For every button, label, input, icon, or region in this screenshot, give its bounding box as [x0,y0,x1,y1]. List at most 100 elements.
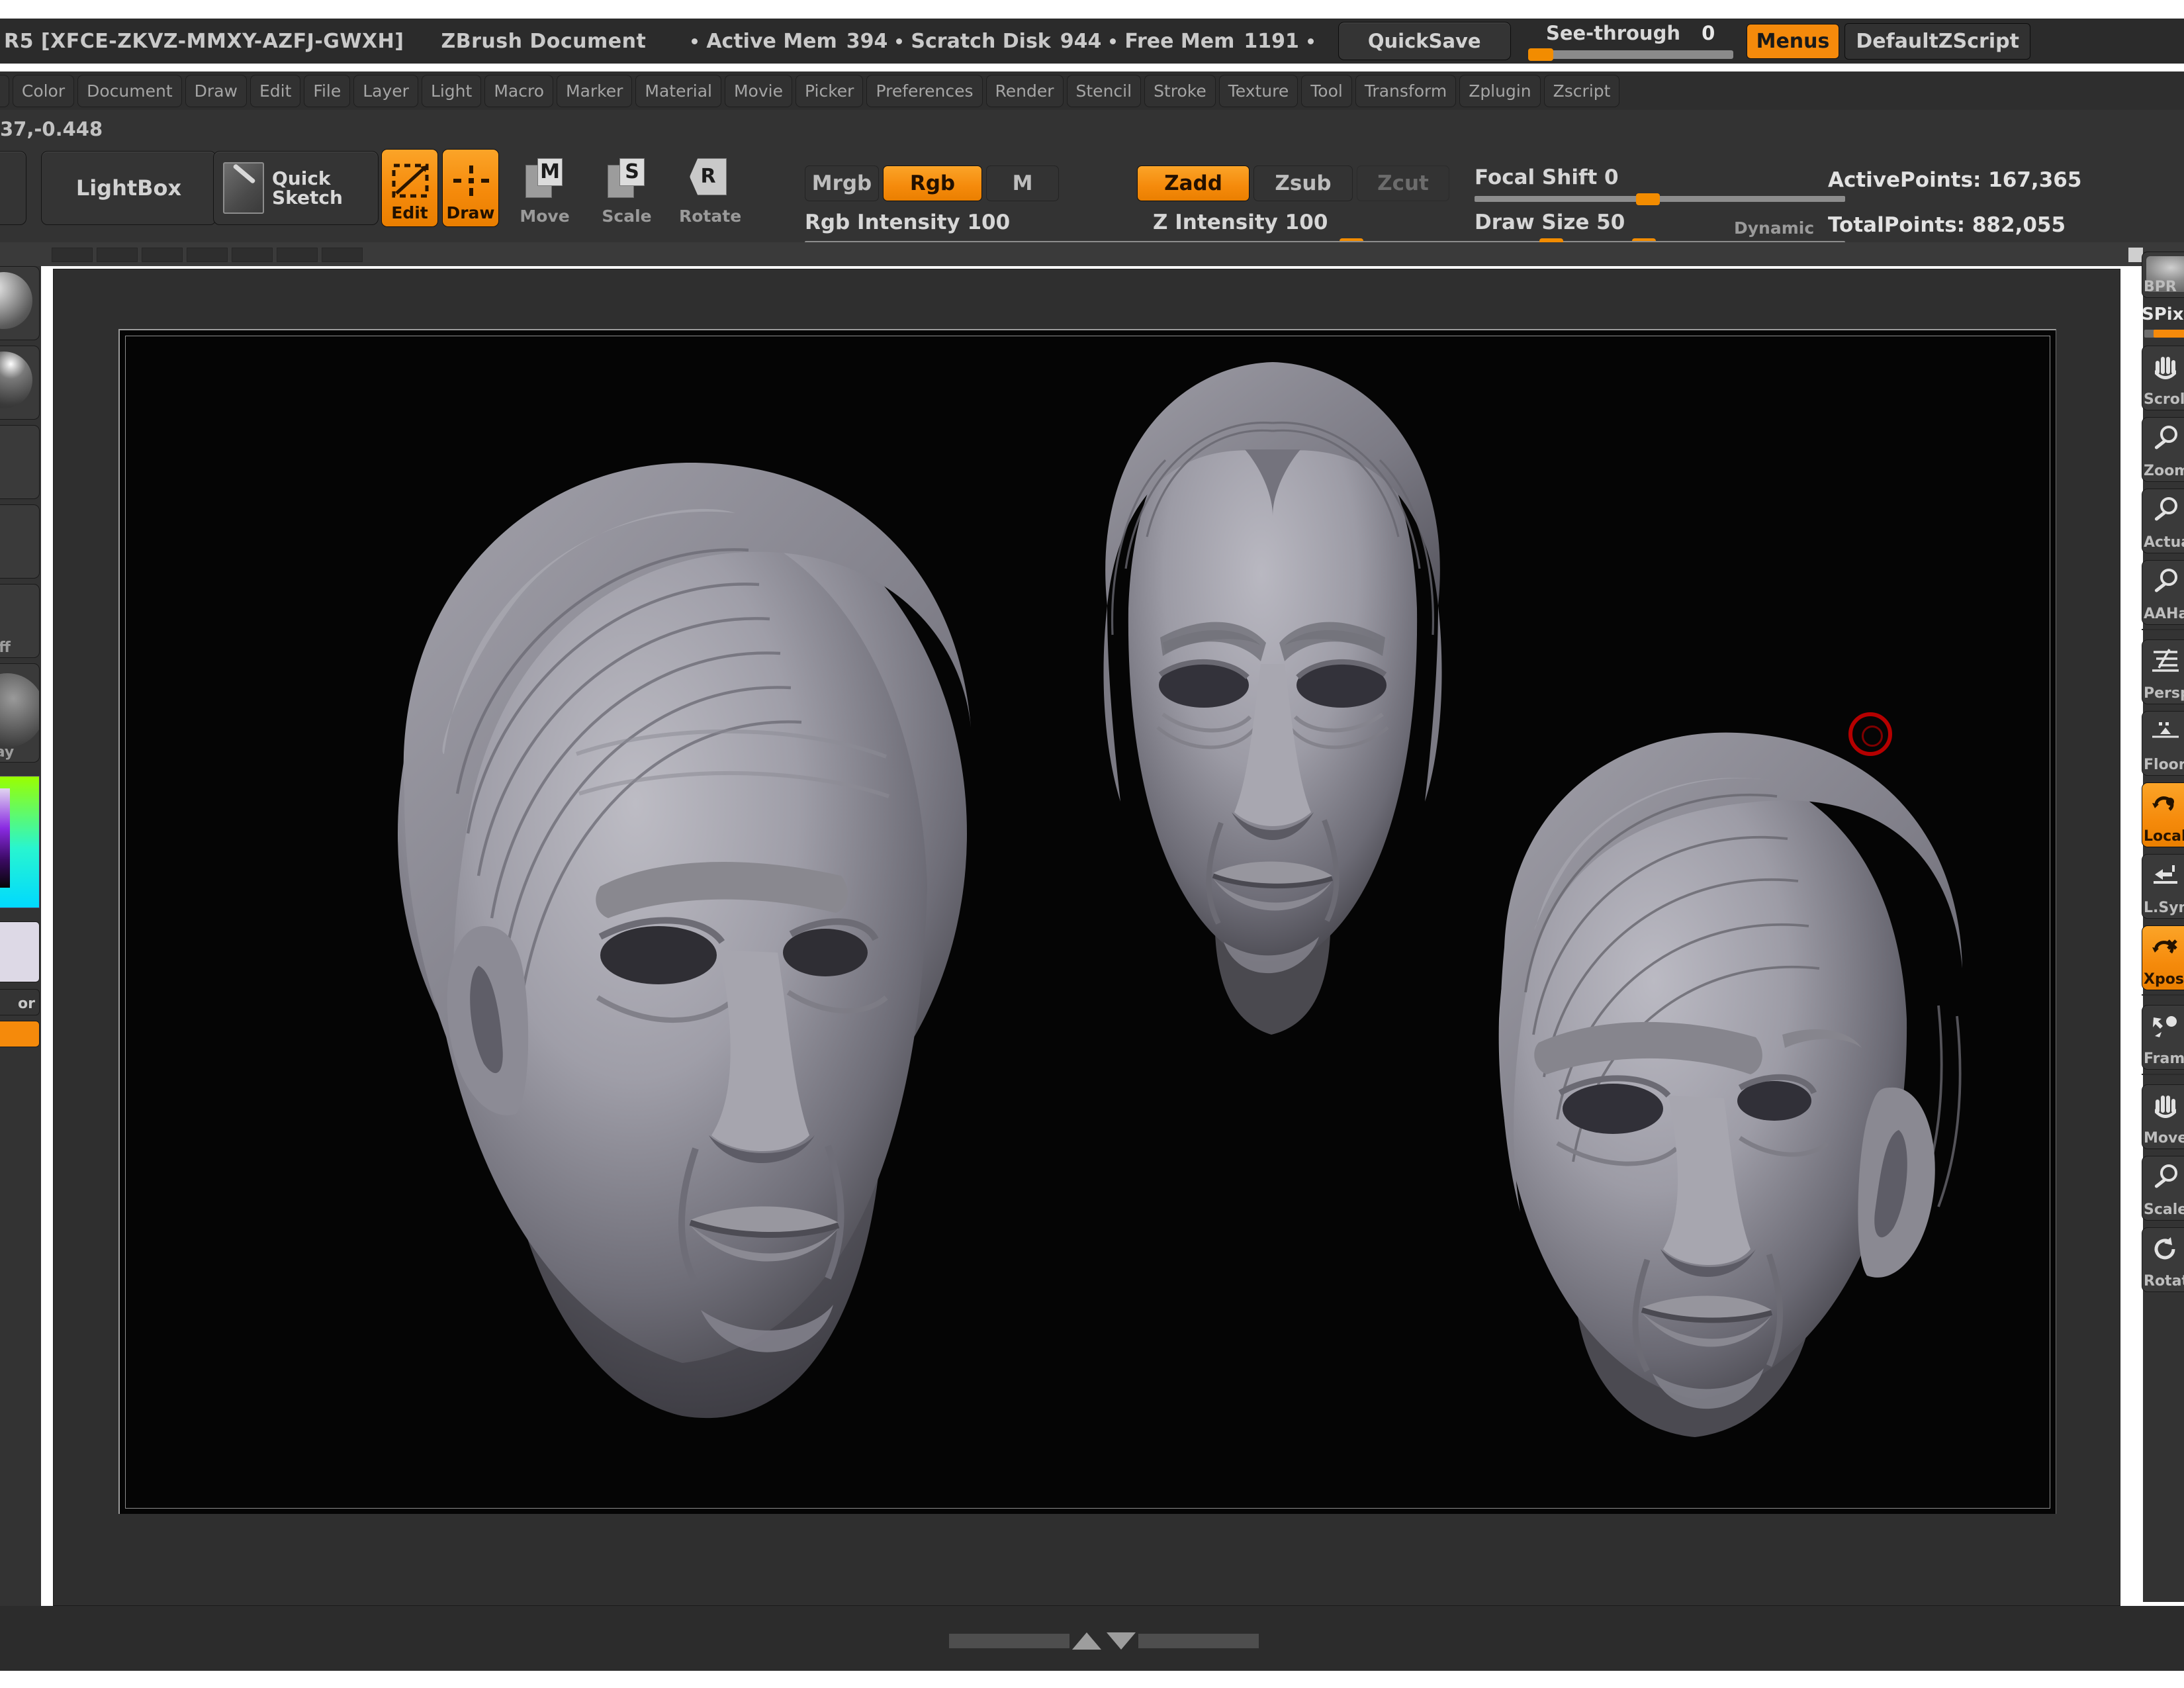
menu-item-file[interactable]: File [304,74,351,107]
right-item-aahalf[interactable]: AAHalf [2142,560,2184,625]
menu-item-zscript[interactable]: Zscript [1543,74,1620,107]
shelf-tab[interactable] [97,248,138,262]
right-item-floor[interactable]: Floor [2142,711,2184,776]
switch-color-strip[interactable] [0,1021,40,1047]
left-item-material-sphere-1[interactable] [0,266,40,340]
right-item-scale[interactable]: Scale [2142,1156,2184,1221]
right-item-label: Xpose [2144,971,2184,988]
quick-sketch-button[interactable]: Quick Sketch [213,151,379,225]
document-canvas[interactable] [118,329,2056,1514]
shelf-tab[interactable] [52,248,93,262]
lightbox-button[interactable]: LightBox [41,151,216,225]
shelf-tab[interactable] [322,248,363,262]
mrgb-toggle[interactable]: Mrgb [805,165,879,201]
shelf-tab-group[interactable] [52,248,363,262]
menu-item-edit[interactable]: Edit [250,74,301,107]
left-item-material-slot[interactable]: ay [0,663,40,763]
menu-item-macro[interactable]: Macro [484,74,553,107]
tray-bar-right[interactable] [1138,1634,1259,1648]
m-toggle[interactable]: M [986,165,1059,201]
shelf-resize-handle[interactable] [2128,248,2143,262]
menu-item-color[interactable]: Color [12,74,75,107]
menu-item-zplugin[interactable]: Zplugin [1459,74,1541,107]
focal-shift-knob[interactable] [1636,193,1660,205]
menu-item-transform[interactable]: Transform [1355,74,1457,107]
menu-item-movie[interactable]: Movie [724,74,792,107]
menu-item-stroke[interactable]: Stroke [1144,74,1216,107]
tray-bar-left[interactable] [949,1634,1069,1648]
coordinate-value: 37,-0.448 [0,118,103,140]
menus-button[interactable]: Menus [1746,23,1840,59]
scale-mode-button[interactable]: S Scale [598,149,655,227]
secondary-color-strip[interactable]: or [0,989,40,1015]
default-zscript-button[interactable]: DefaultZScript [1844,23,2030,60]
focal-shift-track[interactable] [1475,196,1845,202]
menu-item-document[interactable]: Document [77,74,182,107]
right-item-local[interactable]: Local [2142,782,2184,847]
sculpt-head-right[interactable] [1417,688,2039,1509]
active-color-swatch[interactable] [0,921,40,982]
menu-item-draw[interactable]: Draw [185,74,247,107]
shelf-tab[interactable] [277,248,318,262]
zcut-toggle[interactable]: Zcut [1357,165,1449,201]
right-item-persp[interactable]: Persp [2142,639,2184,704]
canvas-area[interactable] [53,269,2120,1606]
zsub-toggle[interactable]: Zsub [1253,165,1353,201]
menu-item-texture[interactable]: Texture [1218,74,1298,107]
right-item-frame[interactable]: Frame [2142,1005,2184,1070]
document-title: ZBrush Document [441,29,647,53]
right-item-actual[interactable]: Actual [2142,489,2184,553]
menu-item-layer[interactable]: Layer [353,74,418,107]
menu-item-tool[interactable]: Tool [1301,74,1352,107]
shelf-tab[interactable] [232,248,273,262]
left-item-texture-slot[interactable] [0,504,40,579]
right-item-label: Scale [2144,1201,2184,1218]
menu-item-h[interactable]: h [0,74,9,107]
menu-item-material[interactable]: Material [635,74,721,107]
right-item-rotate[interactable]: Rotate [2142,1227,2184,1292]
projection-master-button[interactable] [0,151,26,225]
left-item-stroke-slot[interactable]: ff [0,584,40,658]
rotate-mode-button[interactable]: R Rotate [679,149,741,227]
right-item-move[interactable]: Move [2142,1084,2184,1149]
right-item-scroll[interactable]: Scroll [2142,346,2184,410]
edit-mode-button[interactable]: Edit [381,149,438,227]
shelf-tab[interactable] [187,248,228,262]
focal-shift-slider[interactable]: Focal Shift 0 [1475,165,1845,205]
right-item-label: Scroll [2144,391,2184,408]
see-through-slider[interactable]: See-through 0 [1527,21,1733,62]
menu-item-render[interactable]: Render [985,74,1064,107]
triangle-up-icon[interactable] [1072,1632,1101,1650]
see-through-knob[interactable] [1527,48,1553,61]
left-item-material-sphere-2[interactable] [0,346,40,420]
see-through-track[interactable] [1527,50,1733,59]
top-white-margin [0,0,2184,19]
secondary-color-caption: or [18,996,35,1012]
quicksave-button[interactable]: QuickSave [1338,22,1511,60]
menu-item-preferences[interactable]: Preferences [866,74,983,107]
right-item-spix[interactable]: SPix [2142,305,2184,342]
shelf-tab[interactable] [142,248,183,262]
right-item-zoom[interactable]: Zoom [2142,417,2184,482]
menu-item-stencil[interactable]: Stencil [1066,74,1142,107]
color-picker[interactable] [0,776,40,908]
move-mode-button[interactable]: M Move [516,149,573,227]
left-item-alpha-slot[interactable] [0,425,40,499]
spix-fill[interactable] [2154,330,2184,338]
tray-expander[interactable] [949,1632,1259,1650]
menu-item-picker[interactable]: Picker [795,74,864,107]
magnifier-icon [2148,494,2183,528]
dynamic-label[interactable]: Dynamic [1734,218,1814,238]
menu-item-marker[interactable]: Marker [557,74,633,107]
right-item-bpr[interactable]: BPR [2142,252,2184,298]
color-picker-inner-gradient[interactable] [0,788,10,888]
sculpt-head-left[interactable] [298,357,1066,1495]
right-item-l-sym[interactable]: L.Sym [2142,854,2184,919]
scale-icon: S [608,158,645,199]
draw-mode-button[interactable]: Draw [442,149,499,227]
right-item-xpose[interactable]: Xpose [2142,925,2184,990]
menu-item-light[interactable]: Light [421,74,482,107]
zadd-toggle[interactable]: Zadd [1137,165,1250,201]
rgb-toggle[interactable]: Rgb [883,165,982,201]
triangle-down-icon[interactable] [1107,1632,1136,1650]
